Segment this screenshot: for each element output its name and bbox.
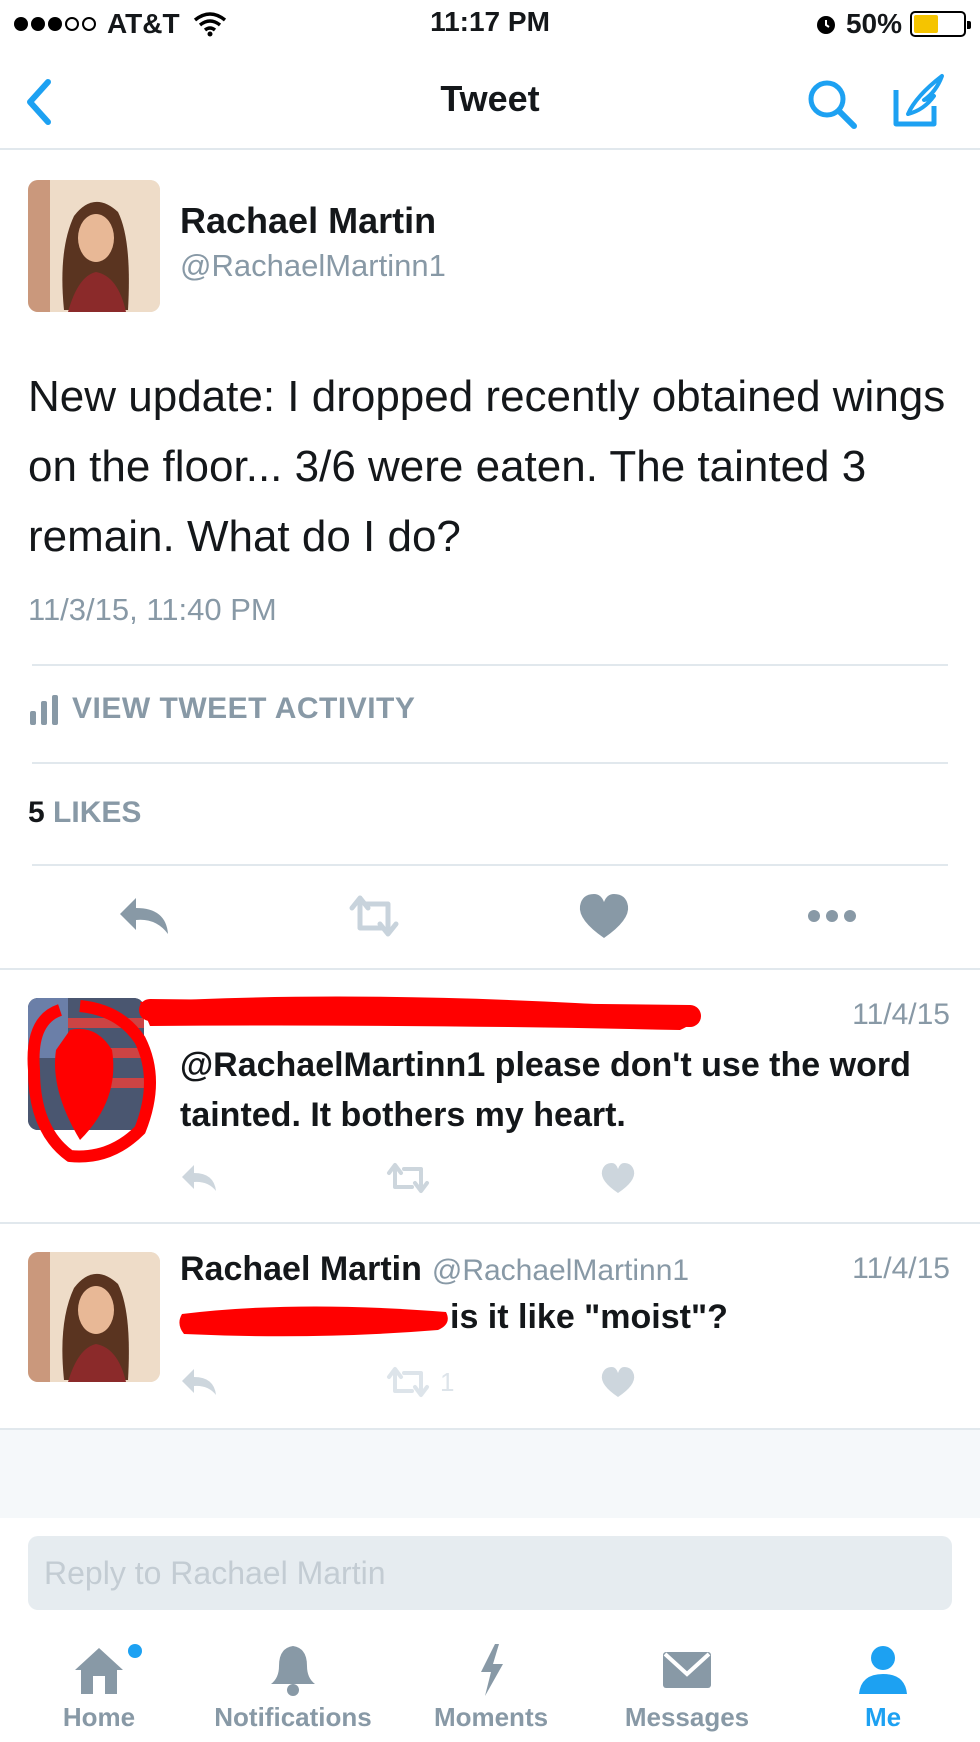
divider [32, 762, 948, 764]
tab-messages[interactable]: Messages [602, 1630, 772, 1742]
like-heart-icon[interactable] [598, 1362, 638, 1402]
retweet-icon[interactable] [344, 890, 404, 942]
author-handle: @RachaelMartinn1 [431, 1254, 690, 1287]
reply-date: 11/4/15 [852, 998, 950, 1031]
battery-level [914, 15, 938, 33]
tab-home[interactable]: Home [14, 1630, 184, 1742]
person-icon [859, 1646, 907, 1694]
tweet-text: New update: I dropped recently obtained … [28, 372, 946, 561]
reply-text: is it like "moist"? [450, 1298, 728, 1336]
navigation-bar: Tweet [0, 54, 980, 150]
redaction-scribble [179, 1306, 448, 1337]
search-icon[interactable] [804, 76, 860, 132]
bell-icon [271, 1646, 315, 1696]
tweet-timestamp: 11/3/15, 11:40 PM [28, 592, 277, 627]
status-bar: AT&T 11:17 PM 50% [0, 0, 980, 50]
tab-label: Moments [433, 1702, 549, 1732]
tab-label: Me [864, 1702, 902, 1732]
tab-notifications[interactable]: Notifications [208, 1630, 378, 1742]
avatar[interactable] [28, 180, 160, 312]
divider [0, 968, 980, 970]
like-heart-icon[interactable] [574, 890, 634, 942]
tab-label: Messages [624, 1702, 750, 1732]
battery-icon [910, 11, 971, 37]
home-icon [75, 1648, 123, 1694]
activity-label: VIEW TWEET ACTIVITY [72, 692, 416, 725]
retweet-button[interactable]: 1 [384, 1362, 454, 1402]
divider [0, 1222, 980, 1224]
reply-input[interactable] [28, 1536, 952, 1610]
reply-author[interactable]: Rachael Martin @RachaelMartinn1 [180, 1250, 689, 1289]
retweet-count: 1 [440, 1366, 455, 1397]
battery-percent: 50% [845, 8, 902, 39]
reply-icon[interactable] [116, 890, 176, 942]
like-heart-icon[interactable] [598, 1158, 638, 1198]
likes-label: LIKES [53, 796, 142, 829]
bar-chart-icon [30, 695, 58, 725]
reply-icon[interactable] [180, 1158, 220, 1198]
tab-bar: Home Notifications Moments Messages Me [0, 1630, 980, 1742]
empty-area [0, 1428, 980, 1518]
divider [32, 664, 948, 666]
lightning-icon [481, 1644, 503, 1696]
likes-number: 5 [28, 796, 45, 829]
reply-icon[interactable] [180, 1362, 220, 1402]
retweet-icon [387, 1367, 429, 1397]
compose-icon[interactable] [890, 70, 952, 132]
author-name: Rachael Martin [180, 1250, 422, 1288]
reply-date: 11/4/15 [852, 1252, 950, 1285]
divider [32, 864, 948, 866]
envelope-icon [663, 1652, 711, 1688]
retweet-icon[interactable] [384, 1158, 432, 1198]
tab-label: Home [62, 1702, 136, 1732]
avatar-photo [28, 180, 160, 312]
view-tweet-activity-link[interactable]: VIEW TWEET ACTIVITY [28, 692, 415, 726]
avatar[interactable] [28, 1252, 160, 1382]
author-name[interactable]: Rachael Martin [180, 200, 436, 242]
tab-moments[interactable]: Moments [406, 1630, 576, 1742]
likes-count[interactable]: 5 LIKES [28, 796, 141, 830]
reply-text: @RachaelMartinn1 please don't use the wo… [180, 1046, 911, 1134]
tweet-actions [0, 880, 980, 956]
reply-actions: 1 [180, 1362, 680, 1412]
tab-label: Notifications [214, 1702, 372, 1732]
reply-actions [180, 1158, 680, 1208]
alarm-icon [816, 16, 835, 34]
tab-me[interactable]: Me [798, 1630, 968, 1742]
status-right: 50% [814, 8, 971, 40]
more-options-icon[interactable] [802, 890, 862, 942]
author-handle[interactable]: @RachaelMartinn1 [180, 248, 446, 284]
new-content-dot [128, 1644, 142, 1658]
avatar-photo [28, 1252, 160, 1382]
